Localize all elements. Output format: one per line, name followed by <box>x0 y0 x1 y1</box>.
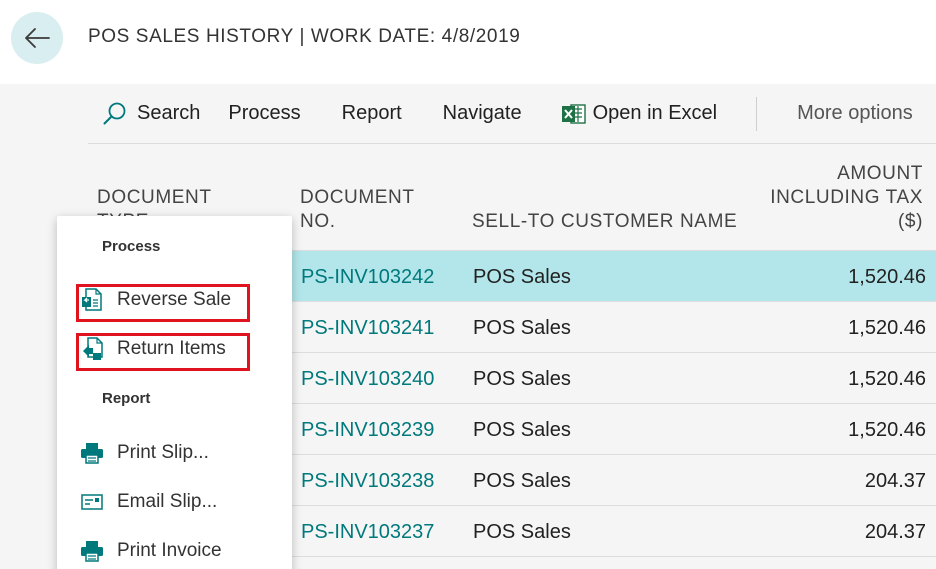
search-button[interactable]: Search <box>102 84 200 143</box>
back-button[interactable] <box>11 12 63 64</box>
more-options-button[interactable]: More options <box>797 84 913 143</box>
column-header-text: ($) <box>897 211 923 232</box>
document-no-link[interactable]: PS-INV103240 <box>301 353 434 403</box>
customer-name-cell: POS Sales <box>473 266 571 288</box>
highlight-box <box>76 284 250 322</box>
email-slip-menu-item[interactable]: Email Slip... <box>80 490 217 514</box>
more-options-label: More options <box>797 102 913 124</box>
print-invoice-label: Print Invoice <box>117 540 222 561</box>
column-header-text: SELL-TO CUSTOMER NAME <box>472 211 738 232</box>
process-menu-button[interactable]: Process <box>228 84 300 143</box>
open-in-excel-label: Open in Excel <box>592 102 718 124</box>
column-header-text: DOCUMENT <box>97 187 212 208</box>
page-title: POS SALES HISTORY | WORK DATE: 4/8/2019 <box>88 26 521 47</box>
column-header-text: DOCUMENT <box>300 187 415 208</box>
column-header-text: INCLUDING TAX <box>770 187 923 208</box>
document-no-link[interactable]: PS-INV103237 <box>301 506 434 556</box>
customer-name-cell: POS Sales <box>473 470 571 492</box>
process-dropdown-menu: Process Reverse Sale Return Items Report… <box>57 216 292 569</box>
excel-icon <box>561 103 586 124</box>
open-in-excel-button[interactable]: Open in Excel <box>561 84 718 143</box>
document-no-link[interactable]: PS-INV103241 <box>301 302 434 352</box>
document-no-link[interactable]: PS-INV103238 <box>301 455 434 505</box>
amount-cell: 1,520.46 <box>848 317 926 339</box>
report-label: Report <box>341 102 402 124</box>
arrow-left-icon <box>25 28 50 48</box>
action-bar-separator <box>88 143 936 144</box>
column-header-document-no[interactable]: DOCUMENT NO. <box>300 186 415 234</box>
search-label: Search <box>137 102 201 124</box>
customer-name-cell: POS Sales <box>473 419 571 441</box>
amount-cell: 1,520.46 <box>848 266 926 288</box>
search-icon <box>103 102 126 124</box>
page-header: POS SALES HISTORY | WORK DATE: 4/8/2019 <box>0 0 936 84</box>
column-header-customer-name[interactable]: SELL-TO CUSTOMER NAME <box>472 210 737 234</box>
navigate-label: Navigate <box>442 102 522 124</box>
navigate-menu-button[interactable]: Navigate <box>443 84 522 143</box>
column-header-text: NO. <box>300 211 336 232</box>
print-invoice-menu-item[interactable]: Print Invoice <box>80 539 222 563</box>
document-no-link[interactable]: PS-INV103239 <box>301 404 434 454</box>
menu-group-process: Process <box>102 238 161 255</box>
menu-group-report: Report <box>102 390 151 407</box>
amount-cell: 1,520.46 <box>848 368 926 390</box>
highlight-box <box>76 333 250 371</box>
email-slip-label: Email Slip... <box>117 491 218 512</box>
amount-cell: 204.37 <box>864 521 926 543</box>
report-menu-button[interactable]: Report <box>342 84 402 143</box>
document-no-link[interactable]: PS-INV103242 <box>301 251 434 301</box>
print-slip-menu-item[interactable]: Print Slip... <box>80 441 209 465</box>
printer-icon <box>80 539 104 563</box>
column-header-amount[interactable]: AMOUNT INCLUDING TAX ($) <box>770 162 923 234</box>
process-label: Process <box>228 102 301 124</box>
column-header-text: AMOUNT <box>837 163 923 184</box>
customer-name-cell: POS Sales <box>473 317 571 339</box>
amount-cell: 204.37 <box>864 470 926 492</box>
print-slip-label: Print Slip... <box>117 442 209 463</box>
action-bar: Search Process Report Navigate Open in E… <box>88 84 936 143</box>
email-card-icon <box>80 490 104 514</box>
amount-cell: 1,520.46 <box>848 419 926 441</box>
action-bar-divider <box>756 96 758 131</box>
customer-name-cell: POS Sales <box>473 368 571 390</box>
printer-icon <box>80 441 104 465</box>
customer-name-cell: POS Sales <box>473 521 571 543</box>
